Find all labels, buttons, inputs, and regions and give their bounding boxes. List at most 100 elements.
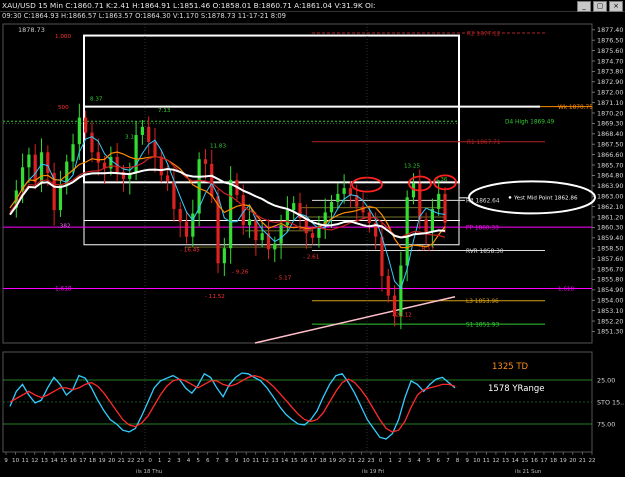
x-tick-label: 13 [502,458,510,464]
x-tick-label: 16 [300,458,308,464]
candle-body [147,126,151,142]
x-tick-label: 1 [388,458,392,464]
fib-label: 1.000 [55,34,71,40]
x-tick-label: 0 [379,458,383,464]
x-tick-label: 15 [521,458,529,464]
x-tick-label: 10 [12,458,20,464]
y-tick-label: 1852.20 [597,317,623,325]
level-label: S1 1851.93 [466,322,499,328]
y-tick-label: 1873.80 [597,68,623,76]
y-tick-label: 1853.10 [597,307,623,315]
candle-body [241,195,245,226]
level-label: PP 1860.33 [466,225,499,231]
x-tick-label: 14 [512,458,520,464]
value-annotation: - 8.17 [418,247,435,253]
x-tick-label: 21 [579,458,587,464]
x-tick-label: 18 [319,458,327,464]
x-tick-label: 1 [158,458,162,464]
x-tick-label: 10 [473,458,481,464]
x-tick-label: 2 [168,458,172,464]
candle-body [71,144,75,162]
level-label: 1.618 [55,287,72,293]
x-tick-label: 19 [99,458,107,464]
candle-body [405,197,409,266]
candle-body [39,152,44,183]
y-tick-label: 1857.60 [597,255,623,263]
x-tick-label: 12 [262,458,269,464]
candle-body [153,141,157,157]
candle-body [172,181,176,209]
candle-body [424,219,428,233]
x-tick-label: 3 [408,458,412,464]
x-tick-label: 10 [243,458,251,464]
y-tick-label: 1877.40 [597,26,623,34]
value-annotation: - 2.61 [303,255,320,261]
candle-body [96,152,100,163]
x-tick-label: 17 [540,458,548,464]
x-tick-label: 18 [89,458,97,464]
x-tick-label: 22 [588,458,595,464]
y-tick-label: 1863.90 [597,182,623,190]
y-tick-label: 1859.40 [597,234,623,242]
x-tick-label: 8 [456,458,460,464]
candle-body [273,243,277,250]
value-annotation: - 16.45 [180,248,200,254]
x-tick-label: 12 [31,458,38,464]
y-tick-label: 1870.20 [597,109,623,117]
level-label: RVR 1858.30 [466,249,504,255]
candle-body [166,175,170,182]
x-tick-label: 9 [235,458,239,464]
x-date-label: ils 18 Thu [136,469,162,475]
mid-point-dot [508,196,512,199]
y-tick-label: 1874.70 [597,57,623,65]
x-tick-label: 8 [225,458,229,464]
value-annotation: - 11.52 [205,294,225,300]
x-tick-label: 16 [531,458,539,464]
candle-body [140,126,144,135]
x-tick-label: 17 [79,458,87,464]
candle-body [222,248,226,264]
x-tick-label: 20 [108,458,116,464]
value-annotation: 3.14 [125,134,138,140]
sto-y-tick-label: 25.00 [597,376,615,384]
y-tick-label: 1863.00 [597,193,623,201]
y-tick-label: 1855.80 [597,276,623,284]
x-tick-label: 22 [358,458,365,464]
y-tick-label: 1858.50 [597,245,623,253]
x-tick-label: 4 [417,458,421,464]
candle-body [229,180,233,249]
level-label: Wk 1870.75 [558,105,593,111]
price-chart[interactable]: 1878.73 1877.401876.501875.601874.701873.… [0,0,625,477]
y-tick-label: 1872.90 [597,78,623,86]
x-tick-label: 20 [339,458,347,464]
y-tick-label: 1869.30 [597,120,623,128]
y-tick-label: 1867.50 [597,141,623,149]
level-label: L3 1853.96 [466,299,499,305]
candle-body [279,225,283,244]
candle-body [386,275,390,296]
x-tick-label: 11 [252,458,260,464]
x-tick-label: 14 [281,458,289,464]
x-tick-label: 23 [137,458,145,464]
x-tick-label: 13 [41,458,49,464]
y-tick-label: 1860.30 [597,224,623,232]
candle-body [342,188,346,194]
candle-body [380,236,384,276]
y-tick-label: 1875.60 [597,47,623,55]
x-date-label: ils 21 Sun [515,469,541,475]
value-annotation: 8.37 [90,96,103,102]
x-tick-label: 2 [398,458,402,464]
x-tick-label: 5 [427,458,431,464]
value-annotation: - 22.12 [392,312,412,318]
candle-body [27,154,31,168]
x-tick-label: 23 [367,458,375,464]
candle-body [329,201,334,213]
x-tick-label: 3 [177,458,181,464]
x-tick-label: 21 [118,458,126,464]
y-tick-label: 1862.10 [597,203,623,211]
y-tick-label: 1856.70 [597,265,623,273]
y-tick-label: 1864.80 [597,172,623,180]
sto-y-tick-label: 75.00 [597,420,615,428]
candle-body [210,163,214,197]
y-tick-label: 1851.30 [597,328,623,336]
